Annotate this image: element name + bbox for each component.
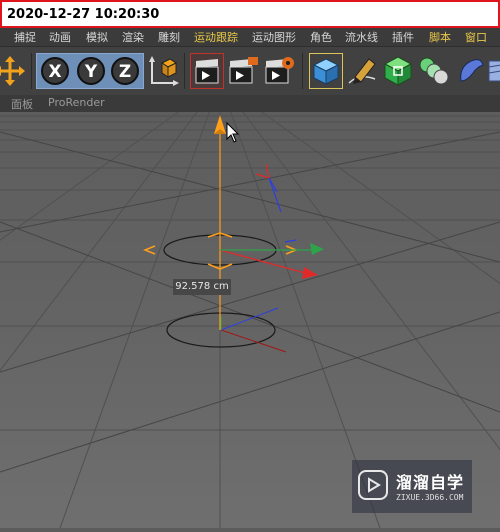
render-settings-button[interactable] [262,53,296,89]
menu-window[interactable]: 窗口 [465,29,487,45]
move-tool-button[interactable] [0,55,26,91]
pen-icon [348,58,376,84]
menu-pipeline[interactable]: 流水线 [345,29,378,45]
play-logo-icon [358,470,388,500]
clapperboard-icon [195,59,219,84]
cube-object-button[interactable] [309,53,343,89]
menu-motion-tracking[interactable]: 运动跟踪 [194,29,238,45]
menu-render[interactable]: 渲染 [122,29,144,45]
axis-z-toggle[interactable]: Z [108,53,142,89]
clapperboard-icon [229,57,258,84]
toolbar-separator [302,53,303,89]
scene-button[interactable] [487,53,500,89]
watermark-url: ZIXUE.3D66.COM [396,493,464,502]
bend-deformer-icon [460,59,484,82]
array-cubes-icon [419,57,449,85]
render-picture-viewer-button[interactable] [226,53,260,89]
toolbar-separator [31,53,32,89]
viewport-panel-menu[interactable]: 面板 [11,96,33,112]
deformer-button[interactable] [453,53,487,89]
viewport-prorender-menu[interactable]: ProRender [48,96,105,109]
pen-spline-button[interactable] [345,53,379,89]
coordinate-system-button[interactable] [146,53,180,89]
menu-sculpt[interactable]: 雕刻 [158,29,180,45]
floor-icon [488,60,500,82]
dimension-readout: 92.578 cm [173,279,231,295]
axis-x-toggle[interactable]: X [38,53,72,89]
mouse-cursor-icon [226,122,240,143]
menu-mograph[interactable]: 运动图形 [252,29,296,45]
menu-animate[interactable]: 动画 [49,29,71,45]
clapperboard-gear-icon [265,57,294,84]
axis-x-label: X [48,62,61,82]
watermark: 溜溜自学 ZIXUE.3D66.COM [352,460,472,513]
menu-snap[interactable]: 捕捉 [14,29,36,45]
render-view-button[interactable] [190,53,224,89]
coordinate-system-icon [149,56,179,86]
menu-simulate[interactable]: 模拟 [86,29,108,45]
cube-icon [312,58,340,85]
main-toolbar: X Y Z [0,46,500,96]
toolbar-separator [184,53,185,89]
subdivision-surface-button[interactable] [381,53,415,89]
array-object-button[interactable] [417,53,451,89]
menu-script[interactable]: 脚本 [429,29,451,45]
timestamp-text: 2020-12-27 10:20:30 [7,7,160,22]
axis-z-label: Z [119,62,131,82]
timestamp-banner: 2020-12-27 10:20:30 [0,0,500,28]
subdivision-cube-icon [383,56,413,86]
watermark-title: 溜溜自学 [396,473,465,492]
menu-character[interactable]: 角色 [310,29,332,45]
axis-y-label: Y [84,62,98,82]
axis-y-toggle[interactable]: Y [74,53,108,89]
main-menu-bar: 捕捉 动画 模拟 渲染 雕刻 运动跟踪 运动图形 角色 流水线 插件 脚本 窗口 [0,28,500,46]
menu-plugins[interactable]: 插件 [392,29,414,45]
viewport-menu-bar: 面板 ProRender [0,95,500,112]
move-icon [0,56,25,86]
